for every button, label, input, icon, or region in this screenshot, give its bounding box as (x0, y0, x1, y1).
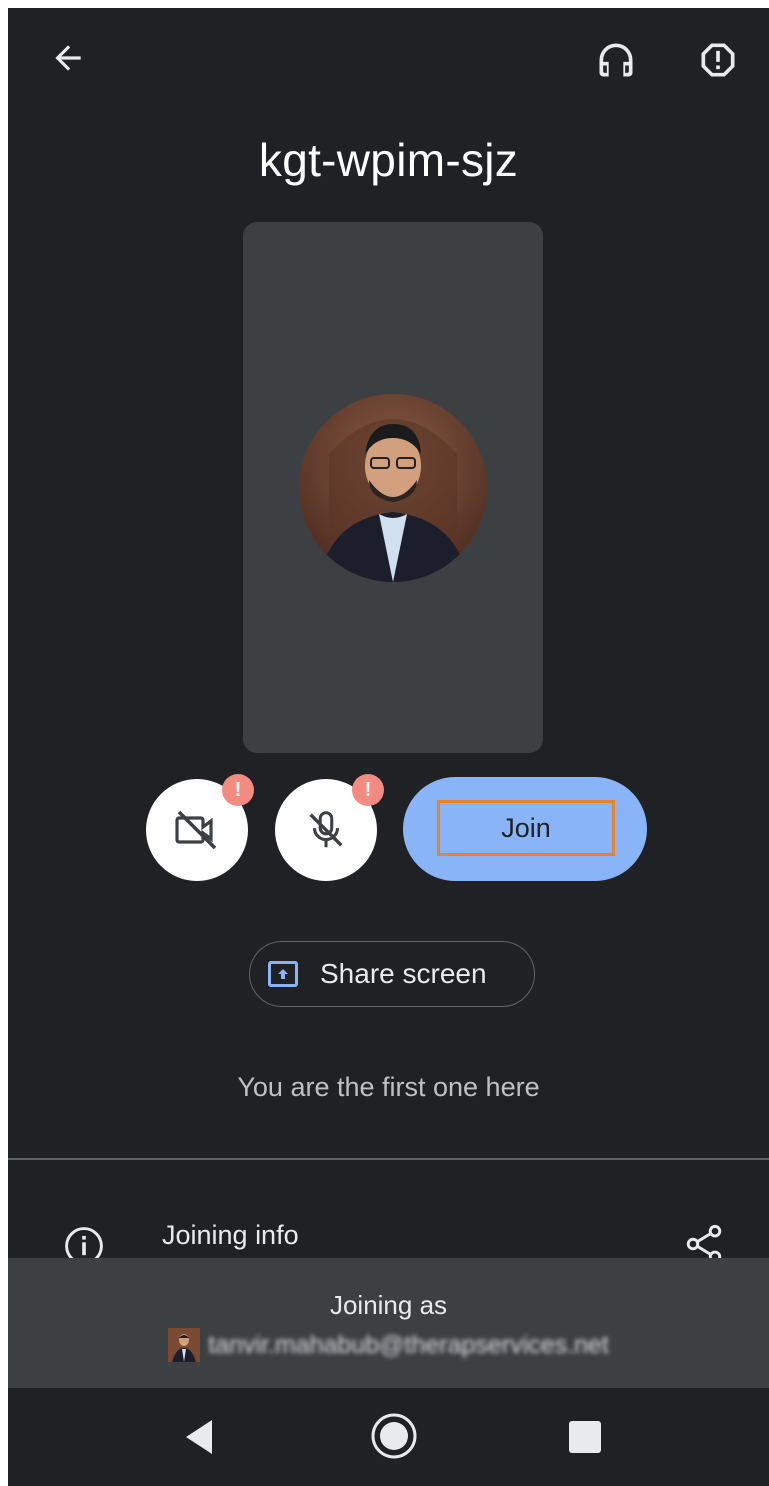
meeting-code: kgt-wpim-sjz (258, 134, 519, 186)
report-icon (701, 43, 735, 77)
mic-off-icon (309, 811, 343, 848)
share-screen-button[interactable]: Share screen (249, 941, 535, 1007)
status-text: You are the first one here (237, 1072, 540, 1102)
videocam-off-icon (175, 810, 217, 850)
joining-as-label: Joining as (329, 1290, 448, 1320)
mic-warning-badge: ! (352, 774, 384, 806)
meet-screen: kgt-wpim-sjz ! ! Join Share screen You a… (8, 8, 769, 1486)
back-button[interactable] (44, 34, 92, 82)
share-screen-label: Share screen (320, 958, 487, 989)
headphones-icon (599, 43, 633, 77)
join-button-label[interactable]: Join (437, 800, 615, 856)
nav-recents-icon[interactable] (558, 1410, 612, 1464)
screen-share-icon (268, 961, 298, 987)
arrow-back-icon (55, 45, 81, 71)
account-avatar (168, 1328, 201, 1362)
joining-as-sheet (8, 1258, 769, 1388)
avatar (299, 394, 487, 582)
nav-home-icon[interactable] (366, 1408, 422, 1464)
divider (8, 1158, 769, 1160)
account-email: tanvir.mahabub@therapservices.net (208, 1330, 609, 1359)
joining-info-label[interactable]: Joining info (162, 1220, 299, 1251)
report-button[interactable] (692, 34, 744, 86)
system-nav-bar (8, 1388, 769, 1486)
account-row: tanvir.mahabub@therapservices.net (8, 1328, 769, 1362)
nav-back-icon[interactable] (172, 1410, 226, 1464)
camera-warning-badge: ! (222, 774, 254, 806)
audio-button[interactable] (590, 34, 642, 86)
